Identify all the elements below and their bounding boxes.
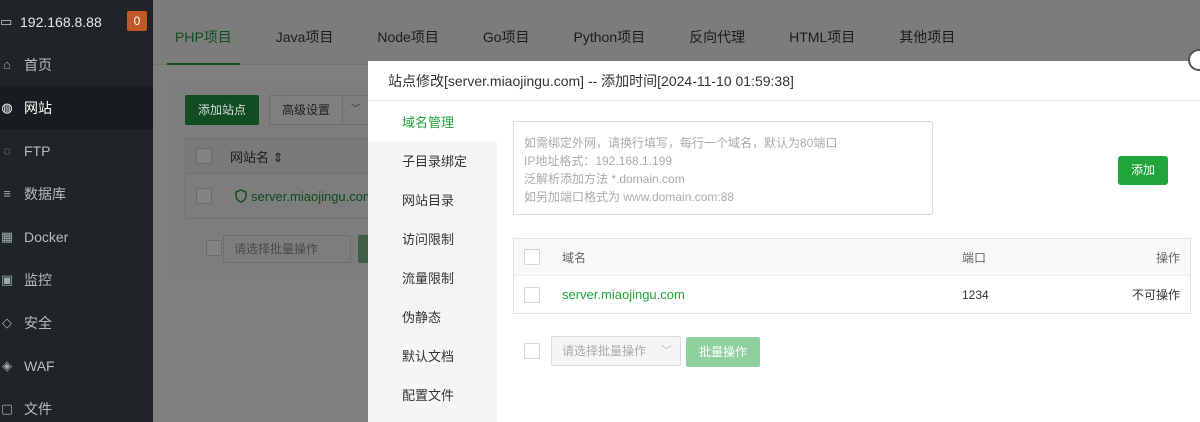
- sidebar-item-label: WAF: [24, 357, 55, 374]
- ftp-icon: ◌: [3, 142, 11, 158]
- modal-side-menu: 域名管理 子目录绑定 网站目录 访问限制 流量限制 伪静态 默认文档 配置文件: [368, 102, 497, 422]
- sidebar-item-label: 数据库: [24, 185, 66, 202]
- chevron-down-icon: ﹀: [661, 345, 672, 357]
- domain-link[interactable]: server.miaojingu.com: [562, 287, 962, 302]
- docker-icon: ▦: [0, 228, 14, 244]
- modal-title: 站点修改[server.miaojingu.com] -- 添加时间[2024-…: [368, 61, 1200, 101]
- sidebar-item-waf[interactable]: ◈ WAF: [0, 344, 153, 387]
- site-link[interactable]: server.miaojingu.com: [234, 189, 374, 204]
- sidebar-item-label: 安全: [24, 314, 52, 331]
- server-ip: 192.168.8.88: [20, 13, 102, 30]
- site-edit-modal: 站点修改[server.miaojingu.com] -- 添加时间[2024-…: [368, 49, 1200, 422]
- menu-item-domain-management[interactable]: 域名管理: [368, 102, 497, 141]
- domain-input[interactable]: 如需绑定外网，请换行填写，每行一个域名，默认为80端口 IP地址格式：192.1…: [513, 121, 933, 215]
- sidebar-item-database[interactable]: ≡ 数据库: [0, 172, 153, 215]
- row-checkbox[interactable]: [524, 286, 540, 303]
- row-checkbox[interactable]: [196, 188, 212, 204]
- tab-other[interactable]: 其他项目: [899, 0, 955, 65]
- sidebar-item-website[interactable]: ◍ 网站: [0, 86, 153, 129]
- globe-icon: ◍: [1, 99, 13, 115]
- sidebar-item-label: 文件: [24, 400, 52, 417]
- tab-node[interactable]: Node项目: [377, 0, 438, 65]
- table-row: server.miaojingu.com 1234 不可操作: [514, 276, 1190, 313]
- batch-checkbox[interactable]: [524, 343, 540, 359]
- column-site-name[interactable]: 网站名 ⇕: [230, 147, 284, 166]
- sidebar-item-label: FTP: [24, 142, 51, 159]
- menu-item-config-file[interactable]: 配置文件: [368, 375, 497, 414]
- tab-html[interactable]: HTML项目: [789, 0, 855, 65]
- column-port: 端口: [962, 250, 987, 265]
- batch-operation-button[interactable]: 批量操作: [686, 337, 760, 367]
- tab-reverse-proxy[interactable]: 反向代理: [689, 0, 745, 65]
- screen-icon: ▭: [0, 13, 13, 29]
- column-operation: 操作: [1155, 250, 1180, 265]
- select-all-checkbox[interactable]: [196, 148, 212, 164]
- sidebar-item-files[interactable]: ▢ 文件: [0, 387, 153, 422]
- sidebar-item-label: 网站: [24, 99, 52, 116]
- ssl-shield-icon: [235, 189, 247, 203]
- sidebar-item-label: 监控: [24, 271, 52, 288]
- tab-php[interactable]: PHP项目: [167, 0, 240, 65]
- tab-python[interactable]: Python项目: [574, 0, 646, 65]
- database-icon: ≡: [3, 185, 11, 201]
- domain-table-header: 域名 端口 操作: [514, 239, 1190, 276]
- domain-table: 域名 端口 操作 server.miaojingu.com 1234 不可操作: [513, 238, 1191, 314]
- home-icon: ⌂: [3, 56, 11, 72]
- menu-item-access-restriction[interactable]: 访问限制: [368, 219, 497, 258]
- batch-checkbox[interactable]: [206, 240, 222, 256]
- add-domain-button[interactable]: 添加: [1118, 156, 1168, 185]
- menu-item-default-document[interactable]: 默认文档: [368, 336, 497, 375]
- notification-badge[interactable]: 0: [127, 11, 147, 31]
- select-all-checkbox[interactable]: [524, 249, 540, 265]
- port-value: 1234: [962, 287, 989, 302]
- menu-item-traffic-limit[interactable]: 流量限制: [368, 258, 497, 297]
- column-domain: 域名: [562, 250, 587, 265]
- menu-item-subdirectory-binding[interactable]: 子目录绑定: [368, 141, 497, 180]
- sidebar-item-security[interactable]: ◇ 安全: [0, 301, 153, 344]
- sidebar-item-label: Docker: [24, 228, 69, 245]
- add-site-button[interactable]: 添加站点: [185, 95, 259, 125]
- menu-item-rewrite[interactable]: 伪静态: [368, 297, 497, 336]
- table-row: server.miaojingu.com: [185, 174, 385, 219]
- monitor-icon: ▣: [0, 271, 14, 287]
- server-header: ▭ 192.168.8.88 0: [0, 0, 153, 43]
- site-table-header: 网站名 ⇕: [185, 138, 385, 174]
- shield-icon: ◇: [2, 314, 12, 330]
- batch-select[interactable]: 请选择批量操作 ﹀: [551, 336, 681, 366]
- advanced-settings-button[interactable]: 高级设置: [269, 95, 343, 125]
- sidebar-item-docker[interactable]: ▦ Docker: [0, 215, 153, 258]
- sidebar-item-label: 首页: [24, 56, 52, 73]
- sidebar-item-monitor[interactable]: ▣ 监控: [0, 258, 153, 301]
- sidebar: ▭ 192.168.8.88 0 ⌂ 首页 ◍ 网站 ◌ FTP ≡ 数据库 ▦…: [0, 0, 153, 422]
- sidebar-item-home[interactable]: ⌂ 首页: [0, 43, 153, 86]
- sidebar-item-ftp[interactable]: ◌ FTP: [0, 129, 153, 172]
- waf-icon: ◈: [2, 357, 12, 373]
- operation-status: 不可操作: [1131, 288, 1180, 302]
- tab-go[interactable]: Go项目: [483, 0, 530, 65]
- batch-select[interactable]: 请选择批量操作: [223, 235, 351, 263]
- menu-item-site-directory[interactable]: 网站目录: [368, 180, 497, 219]
- tab-java[interactable]: Java项目: [276, 0, 334, 65]
- project-tabs: PHP项目 Java项目 Node项目 Go项目 Python项目 反向代理 H…: [153, 0, 1200, 65]
- folder-icon: ▢: [0, 400, 14, 416]
- chevron-down-icon[interactable]: ﹀: [343, 95, 369, 125]
